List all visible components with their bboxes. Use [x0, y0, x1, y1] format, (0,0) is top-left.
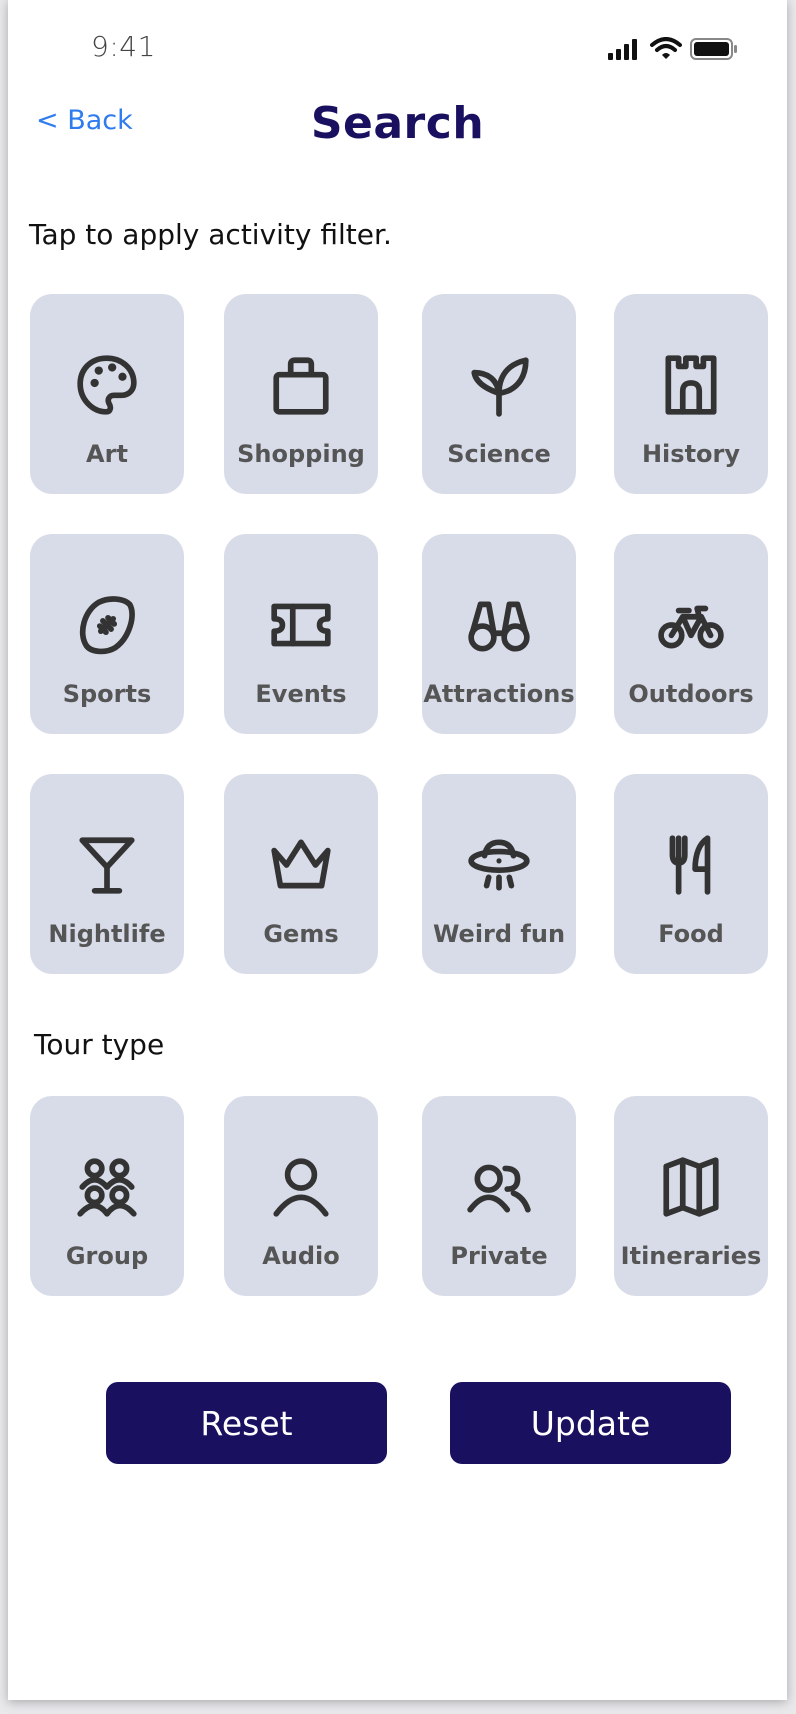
two-people-icon	[467, 1164, 531, 1213]
tour-tile-private[interactable]: Private	[422, 1096, 576, 1296]
filter-label: History	[641, 440, 741, 468]
tour-tile-itineraries[interactable]: Itineraries	[614, 1096, 768, 1296]
filter-label: Outdoors	[628, 680, 754, 708]
cocktail-icon	[79, 837, 135, 894]
shopping-bag-icon	[273, 357, 329, 415]
ufo-icon	[468, 839, 530, 891]
tour-label: Private	[450, 1242, 548, 1270]
bicycle-icon	[658, 605, 724, 649]
filter-tile-nightlife[interactable]: Nightlife	[30, 774, 184, 974]
status-icons	[608, 36, 738, 62]
filter-label: Food	[658, 920, 724, 948]
filter-tile-weird-fun[interactable]: Weird fun	[422, 774, 576, 974]
tour-tile-audio[interactable]: Audio	[224, 1096, 378, 1296]
filter-tile-science[interactable]: Science	[422, 294, 576, 494]
filter-label: Sports	[62, 680, 152, 708]
filter-tile-history[interactable]: History	[614, 294, 768, 494]
signal-icon	[608, 39, 637, 60]
filter-label: Gems	[263, 920, 339, 948]
reset-button[interactable]: Reset	[106, 1382, 387, 1464]
page-title: Search	[310, 98, 485, 149]
ticket-icon	[271, 603, 331, 647]
filter-tile-food[interactable]: Food	[614, 774, 768, 974]
tour-tile-group[interactable]: Group	[30, 1096, 184, 1296]
football-icon	[79, 596, 135, 655]
leaf-icon	[471, 357, 529, 417]
map-icon	[663, 1157, 719, 1217]
battery-icon	[690, 38, 737, 60]
filter-tile-attractions[interactable]: Attractions	[422, 534, 576, 734]
filter-label: Nightlife	[48, 920, 166, 948]
update-button[interactable]: Update	[450, 1382, 731, 1464]
filter-tile-outdoors[interactable]: Outdoors	[614, 534, 768, 734]
tour-label: Itineraries	[620, 1242, 762, 1270]
phone-screen: 9:41 < Back Search Tap to apply activity…	[8, 0, 787, 1700]
fork-knife-icon	[669, 835, 711, 895]
binoculars-icon	[468, 601, 530, 652]
filter-tile-sports[interactable]: Sports	[30, 534, 184, 734]
tour-label: Group	[65, 1242, 149, 1270]
tour-type-heading: Tour type	[34, 1028, 165, 1061]
activity-filter-instruction: Tap to apply activity filter.	[29, 218, 392, 251]
filter-label: Shopping	[237, 440, 365, 468]
filter-tile-events[interactable]: Events	[224, 534, 378, 734]
status-time: 9:41	[91, 30, 156, 63]
crown-icon	[271, 839, 331, 889]
wifi-icon	[650, 37, 682, 59]
filter-label: Art	[86, 440, 128, 468]
filter-tile-gems[interactable]: Gems	[224, 774, 378, 974]
filter-label: Attractions	[423, 680, 575, 708]
filter-label: Events	[255, 680, 347, 708]
filter-label: Weird fun	[432, 920, 566, 948]
filter-label: Science	[447, 440, 551, 468]
castle-icon	[665, 355, 717, 415]
filter-tile-art[interactable]: Art	[30, 294, 184, 494]
group-icon	[77, 1158, 137, 1217]
palette-icon	[77, 355, 137, 415]
filter-tile-shopping[interactable]: Shopping	[224, 294, 378, 494]
person-icon	[273, 1158, 329, 1217]
tour-label: Audio	[262, 1242, 340, 1270]
